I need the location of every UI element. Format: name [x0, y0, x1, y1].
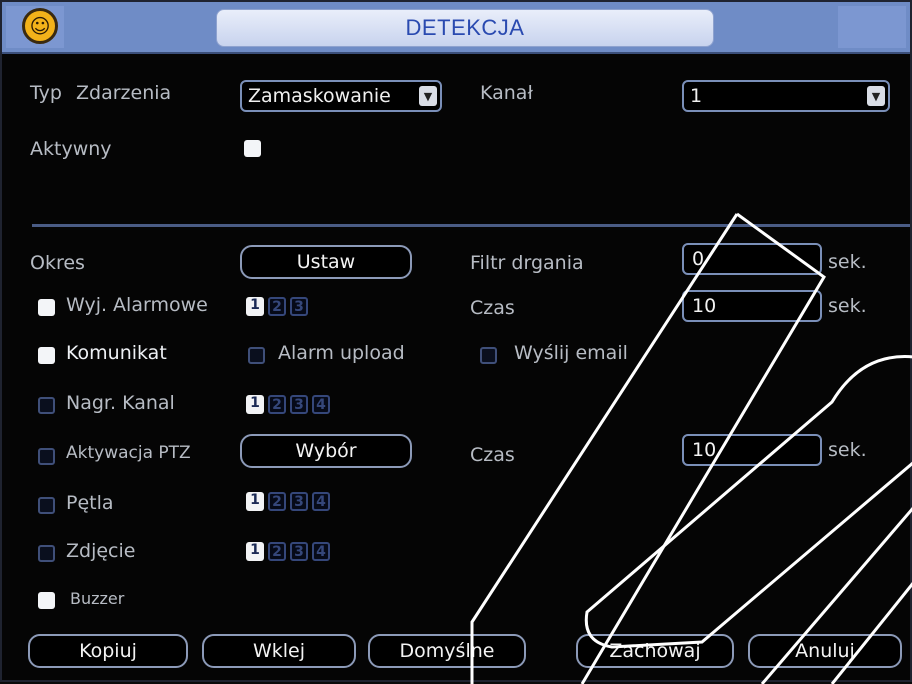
- alarm-out-3[interactable]: 3: [290, 297, 308, 316]
- cancel-button[interactable]: Anuluj: [748, 634, 902, 668]
- copy-button[interactable]: Kopiuj: [28, 634, 188, 668]
- loop-label: Pętla: [66, 492, 114, 514]
- debounce-field[interactable]: 0: [682, 243, 822, 275]
- active-label: Aktywny: [30, 138, 112, 160]
- record-ch-2[interactable]: 2: [268, 395, 286, 414]
- buzzer-label: Buzzer: [70, 589, 125, 608]
- event-type-label-2: Zdarzenia: [76, 82, 172, 104]
- window-title: DETEKCJA: [405, 15, 525, 40]
- record-channel-label: Nagr. Kanal: [66, 392, 175, 414]
- record-ch-1[interactable]: 1: [246, 395, 264, 414]
- time2-label: Czas: [470, 444, 515, 466]
- paste-button[interactable]: Wklej: [202, 634, 356, 668]
- alarm-upload-label: Alarm upload: [278, 342, 405, 364]
- detection-window: ☺ DETEKCJA Typ Zdarzenia Zamaskowanie ▼ …: [0, 0, 912, 684]
- watermark-stroke-5: [830, 582, 912, 684]
- section-divider: [32, 224, 910, 227]
- message-label: Komunikat: [66, 342, 167, 364]
- alarm-upload-checkbox[interactable]: [248, 347, 265, 364]
- chevron-down-icon[interactable]: ▼: [867, 86, 885, 106]
- alarm-out-2[interactable]: 2: [268, 297, 286, 316]
- period-set-button[interactable]: Ustaw: [240, 245, 412, 279]
- message-checkbox[interactable]: [38, 347, 55, 364]
- event-type-select[interactable]: Zamaskowanie ▼: [240, 80, 442, 112]
- chevron-down-icon[interactable]: ▼: [419, 86, 437, 106]
- send-email-label: Wyślij email: [514, 342, 628, 364]
- active-checkbox[interactable]: [244, 140, 261, 157]
- send-email-checkbox[interactable]: [480, 347, 497, 364]
- record-channel-checkbox[interactable]: [38, 397, 55, 414]
- event-type-value: Zamaskowanie: [248, 85, 391, 107]
- motion-person-icon: ☺: [22, 8, 58, 44]
- alarm-out-checkbox[interactable]: [38, 299, 55, 316]
- alarm-out-1[interactable]: 1: [246, 297, 264, 316]
- time2-unit: sek.: [828, 439, 867, 461]
- time1-label: Czas: [470, 297, 515, 319]
- ptz-label: Aktywacja PTZ: [66, 443, 191, 463]
- loop-checkbox[interactable]: [38, 497, 55, 514]
- snapshot-label: Zdjęcie: [66, 540, 136, 562]
- snapshot-4[interactable]: 4: [312, 542, 330, 561]
- title-bar: ☺ DETEKCJA: [2, 2, 910, 54]
- channel-label: Kanał: [480, 82, 533, 104]
- snapshot-3[interactable]: 3: [290, 542, 308, 561]
- time2-field[interactable]: 10: [682, 434, 822, 466]
- title-right-block: [838, 6, 906, 48]
- debounce-unit: sek.: [828, 251, 867, 273]
- alarm-out-label: Wyj. Alarmowe: [66, 294, 208, 316]
- loop-2[interactable]: 2: [268, 492, 286, 511]
- ptz-select-button[interactable]: Wybór: [240, 434, 412, 468]
- period-label: Okres: [30, 252, 85, 274]
- defaults-button[interactable]: Domyślne: [368, 634, 526, 668]
- snapshot-checkbox[interactable]: [38, 545, 55, 562]
- loop-3[interactable]: 3: [290, 492, 308, 511]
- title-pill: DETEKCJA: [216, 9, 714, 47]
- snapshot-1[interactable]: 1: [246, 542, 264, 561]
- buzzer-checkbox[interactable]: [38, 592, 55, 609]
- loop-4[interactable]: 4: [312, 492, 330, 511]
- loop-1[interactable]: 1: [246, 492, 264, 511]
- time1-field[interactable]: 10: [682, 290, 822, 322]
- record-ch-3[interactable]: 3: [290, 395, 308, 414]
- channel-value: 1: [690, 85, 703, 107]
- channel-select[interactable]: 1 ▼: [682, 80, 890, 112]
- watermark-stroke-3: [584, 355, 912, 649]
- event-type-label: Typ: [30, 82, 62, 104]
- record-ch-4[interactable]: 4: [312, 395, 330, 414]
- save-button[interactable]: Zachowaj: [576, 634, 734, 668]
- debounce-label: Filtr drgania: [470, 252, 584, 274]
- snapshot-2[interactable]: 2: [268, 542, 286, 561]
- ptz-checkbox[interactable]: [38, 448, 55, 465]
- time1-unit: sek.: [828, 295, 867, 317]
